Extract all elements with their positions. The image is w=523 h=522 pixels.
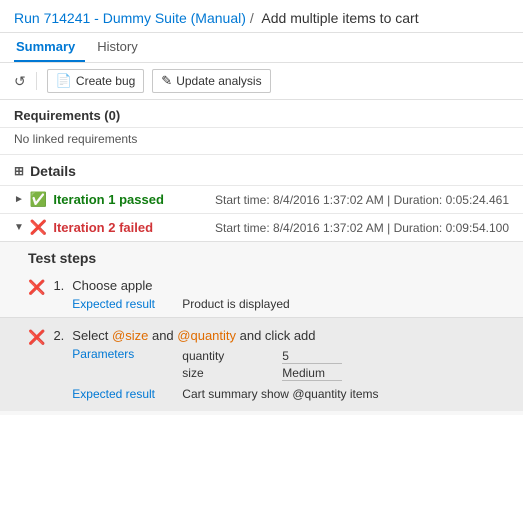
step-2-action: Select @size and @quantity and click add xyxy=(72,328,509,343)
step-2-expected-row: Expected result Cart summary show @quant… xyxy=(72,387,509,401)
iteration-2-duration: 0:09:54.100 xyxy=(446,221,509,235)
step-1-content: Choose apple Expected result Product is … xyxy=(72,278,509,311)
page-title-bar: Run 714241 - Dummy Suite (Manual)/ Add m… xyxy=(0,0,523,33)
param-quantity-name: quantity xyxy=(182,349,262,364)
step-2-params-row: Parameters quantity 5 size Medium xyxy=(72,347,509,383)
details-label: Details xyxy=(30,163,76,179)
current-page-title: Add multiple items to cart xyxy=(261,10,418,26)
param-size-row: size Medium xyxy=(182,366,342,381)
iteration-1-name: Iteration 1 passed xyxy=(53,192,164,207)
details-expand-icon[interactable]: ⊞ xyxy=(14,164,24,178)
iteration-1-row: ► ✅ Iteration 1 passed Start time: 8/4/2… xyxy=(0,185,523,213)
step-2-action-suffix: and click add xyxy=(236,328,316,343)
refresh-icon[interactable]: ↺ xyxy=(14,73,26,90)
iteration-1-meta: Start time: 8/4/2016 1:37:02 AM | Durati… xyxy=(215,193,509,207)
step-2-params-label: Parameters xyxy=(72,347,182,361)
step-1-expected-row: Expected result Product is displayed xyxy=(72,297,509,311)
title-separator: / xyxy=(250,10,254,26)
param-quantity-value: 5 xyxy=(282,349,342,364)
tab-history[interactable]: History xyxy=(95,33,147,62)
iteration-1-duration: 0:05:24.461 xyxy=(446,193,509,207)
test-steps-title: Test steps xyxy=(28,250,509,266)
param-size-value: Medium xyxy=(282,366,342,381)
update-analysis-label: Update analysis xyxy=(176,74,261,88)
step-2-expected-value: Cart summary show @quantity items xyxy=(182,387,378,401)
param-size-name: size xyxy=(182,366,262,381)
step-2-params-table: quantity 5 size Medium xyxy=(182,349,342,383)
step-1-status-icon: ❌ xyxy=(28,279,45,296)
iteration-1-toggle[interactable]: ► xyxy=(14,194,24,205)
step-2-param1: @size xyxy=(112,328,148,343)
toolbar-divider xyxy=(36,72,37,90)
bug-icon: 📄 xyxy=(56,73,72,89)
step-2-expected-label: Expected result xyxy=(72,387,182,401)
iteration-2-row: ▼ ❌ Iteration 2 failed Start time: 8/4/2… xyxy=(0,213,523,241)
toolbar: ↺ 📄 Create bug ✎ Update analysis xyxy=(0,63,523,100)
step-1-number: 1. xyxy=(53,278,64,293)
step-2-row: ❌ 2. Select @size and @quantity and clic… xyxy=(28,324,509,405)
create-bug-label: Create bug xyxy=(76,74,135,88)
step-2-param2: @quantity xyxy=(177,328,236,343)
iteration-2-status-icon: ❌ xyxy=(30,219,47,236)
step-2-container: ❌ 2. Select @size and @quantity and clic… xyxy=(0,317,523,411)
iteration-2-meta: Start time: 8/4/2016 1:37:02 AM | Durati… xyxy=(215,221,509,235)
step-1-expected-value: Product is displayed xyxy=(182,297,289,311)
iteration-2-start: 8/4/2016 1:37:02 AM xyxy=(273,221,384,235)
step-1-expected-label: Expected result xyxy=(72,297,182,311)
create-bug-button[interactable]: 📄 Create bug xyxy=(47,69,145,93)
tab-bar: Summary History xyxy=(0,33,523,63)
step-2-status-icon: ❌ xyxy=(28,329,45,346)
step-2-action-mid: and xyxy=(148,328,177,343)
no-requirements-message: No linked requirements xyxy=(0,128,523,155)
iteration-1-status-icon: ✅ xyxy=(30,191,47,208)
requirements-header: Requirements (0) xyxy=(0,100,523,128)
step-2-content: Select @size and @quantity and click add… xyxy=(72,328,509,401)
step-1-row: ❌ 1. Choose apple Expected result Produc… xyxy=(28,274,509,315)
step-2-expected-param: @quantity xyxy=(292,387,346,401)
update-analysis-button[interactable]: ✎ Update analysis xyxy=(152,69,270,93)
run-title-link[interactable]: Run 714241 - Dummy Suite (Manual) xyxy=(14,10,246,26)
step-1-action: Choose apple xyxy=(72,278,509,293)
details-header: ⊞ Details xyxy=(0,155,523,185)
pencil-icon: ✎ xyxy=(161,73,172,89)
param-quantity-row: quantity 5 xyxy=(182,349,342,364)
iteration-1-start: 8/4/2016 1:37:02 AM xyxy=(273,193,384,207)
iteration-2-toggle[interactable]: ▼ xyxy=(14,222,24,233)
test-steps-section: Test steps ❌ 1. Choose apple Expected re… xyxy=(0,241,523,415)
step-2-action-prefix: Select xyxy=(72,328,112,343)
tab-summary[interactable]: Summary xyxy=(14,33,85,62)
step-2-number: 2. xyxy=(53,328,64,343)
iteration-2-name: Iteration 2 failed xyxy=(53,220,153,235)
